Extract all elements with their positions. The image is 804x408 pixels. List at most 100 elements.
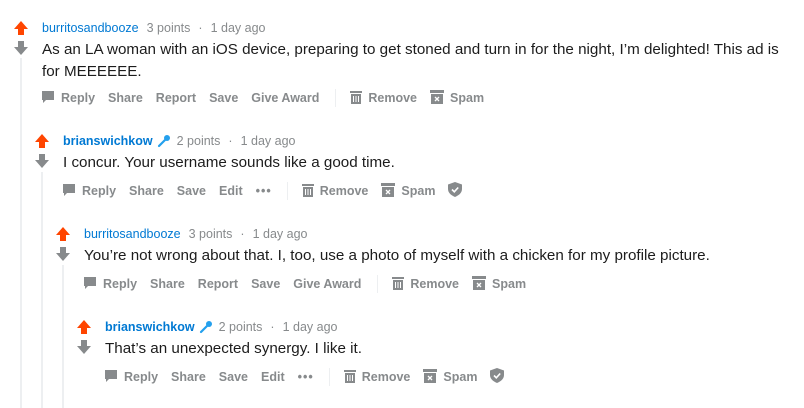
trash-icon <box>392 276 405 293</box>
save-button[interactable]: Save <box>177 184 206 198</box>
comment-body: You’re not wrong about that. I, too, use… <box>84 247 710 264</box>
approve-button[interactable] <box>490 368 505 386</box>
arrow-up-icon <box>55 227 71 246</box>
comment-meta: brianswichkow 2 points · 1 day ago <box>105 319 337 335</box>
thread-line-level-1[interactable] <box>20 58 22 408</box>
arrow-up-icon <box>34 134 50 153</box>
comment-points: 3 points <box>188 227 233 241</box>
comment-time[interactable]: 1 day ago <box>253 226 308 242</box>
comment-author[interactable]: brianswichkow <box>63 133 153 149</box>
reply-label: Reply <box>61 91 96 105</box>
comment-time[interactable]: 1 day ago <box>211 20 266 36</box>
action-divider <box>335 89 337 107</box>
thread-line-level-3[interactable] <box>62 265 64 408</box>
share-label: Share <box>150 277 185 291</box>
downvote-button[interactable] <box>76 339 92 355</box>
remove-button[interactable]: Remove <box>392 276 459 293</box>
spam-label: Spam <box>492 277 527 291</box>
share-button[interactable]: Share <box>108 91 143 105</box>
thread-line-level-2[interactable] <box>41 172 43 408</box>
comment-body: I concur. Your username sounds like a go… <box>63 154 395 171</box>
approve-button[interactable] <box>448 182 463 200</box>
trash-icon <box>301 183 314 200</box>
spam-label: Spam <box>401 184 436 198</box>
spam-button[interactable]: Spam <box>381 182 436 200</box>
comment-points: 2 points <box>218 320 263 334</box>
remove-button[interactable]: Remove <box>301 183 369 200</box>
spam-icon <box>381 182 396 200</box>
give-award-label: Give Award <box>293 277 362 291</box>
reply-button[interactable]: Reply <box>104 369 158 386</box>
upvote-button[interactable] <box>34 133 50 149</box>
comment-actions: Reply Share Save Edit ••• Remove Spam <box>104 367 517 387</box>
spam-icon <box>472 275 487 293</box>
more-options-button[interactable]: ••• <box>256 184 272 198</box>
reply-button[interactable]: Reply <box>41 90 95 107</box>
save-label: Save <box>218 370 248 384</box>
trash-icon <box>350 90 363 107</box>
remove-label: Remove <box>319 184 369 198</box>
arrow-up-icon <box>76 320 92 339</box>
meta-separator: · <box>228 134 233 148</box>
comment-meta: brianswichkow 2 points · 1 day ago <box>63 133 295 149</box>
report-button[interactable]: Report <box>156 91 196 105</box>
save-button[interactable]: Save <box>209 91 238 105</box>
reply-label: Reply <box>82 184 117 198</box>
share-button[interactable]: Share <box>171 370 206 384</box>
action-divider <box>328 368 330 386</box>
downvote-button[interactable] <box>13 40 29 56</box>
reply-button[interactable]: Reply <box>83 276 137 293</box>
give-award-button[interactable]: Give Award <box>293 277 361 291</box>
share-label: Share <box>108 91 143 105</box>
remove-button[interactable]: Remove <box>350 90 417 107</box>
share-button[interactable]: Share <box>150 277 185 291</box>
comment-author[interactable]: burritosandbooze <box>42 20 139 36</box>
edit-button[interactable]: Edit <box>261 370 285 384</box>
edit-label: Edit <box>219 184 243 198</box>
reply-label: Reply <box>124 370 159 384</box>
reply-button[interactable]: Reply <box>62 183 116 200</box>
microphone-icon <box>199 320 213 334</box>
share-label: Share <box>129 184 164 198</box>
edit-label: Edit <box>261 370 285 384</box>
spam-button[interactable]: Spam <box>430 89 484 107</box>
save-button[interactable]: Save <box>251 277 280 291</box>
downvote-button[interactable] <box>34 153 50 169</box>
more-options-button[interactable]: ••• <box>298 370 314 384</box>
comment-author[interactable]: brianswichkow <box>105 319 195 335</box>
spam-label: Spam <box>443 370 478 384</box>
report-button[interactable]: Report <box>198 277 238 291</box>
upvote-button[interactable] <box>76 319 92 335</box>
give-award-button[interactable]: Give Award <box>251 91 319 105</box>
comment-meta: burritosandbooze 3 points · 1 day ago <box>84 226 307 242</box>
spam-button[interactable]: Spam <box>472 275 527 293</box>
save-label: Save <box>209 91 239 105</box>
comment-actions: Reply Share Save Edit ••• Remove Spam <box>62 181 475 201</box>
downvote-button[interactable] <box>55 246 71 262</box>
give-award-label: Give Award <box>251 91 320 105</box>
trash-icon <box>343 369 356 386</box>
remove-button[interactable]: Remove <box>343 369 410 386</box>
comment-time[interactable]: 1 day ago <box>283 319 338 335</box>
edit-button[interactable]: Edit <box>219 184 243 198</box>
arrow-down-icon <box>55 247 71 266</box>
save-button[interactable]: Save <box>219 370 248 384</box>
comment-bubble-icon <box>83 276 97 293</box>
action-divider <box>377 275 379 293</box>
upvote-button[interactable] <box>13 20 29 36</box>
remove-label: Remove <box>410 277 460 291</box>
comment-author[interactable]: burritosandbooze <box>84 226 181 242</box>
comment-bubble-icon <box>104 369 118 386</box>
arrow-down-icon <box>34 154 50 173</box>
shield-icon <box>448 182 463 200</box>
reply-label: Reply <box>103 277 138 291</box>
comment-time[interactable]: 1 day ago <box>241 133 296 149</box>
spam-button[interactable]: Spam <box>423 368 478 386</box>
comment-body: That’s an unexpected synergy. I like it. <box>105 340 362 357</box>
meta-separator: · <box>198 21 203 35</box>
arrow-down-icon <box>76 340 92 359</box>
arrow-down-icon <box>13 41 29 60</box>
meta-separator: · <box>240 227 245 241</box>
upvote-button[interactable] <box>55 226 71 242</box>
share-button[interactable]: Share <box>129 184 164 198</box>
